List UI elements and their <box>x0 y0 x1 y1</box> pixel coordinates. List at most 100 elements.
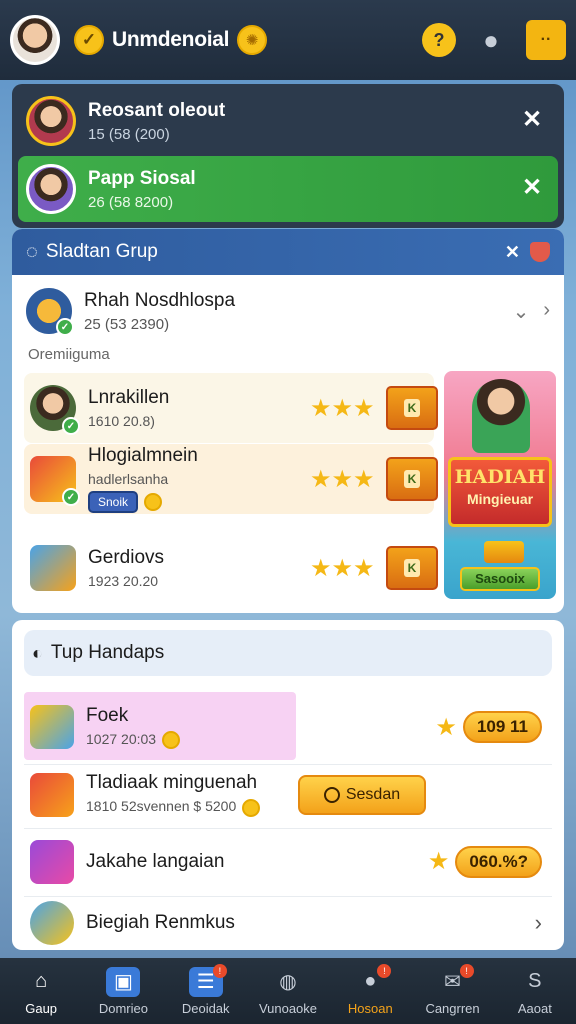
nav-item-chat[interactable]: ◍ Vunoaoke <box>247 958 329 1024</box>
swords-icon[interactable]: ✕ <box>505 242 520 263</box>
notification-title: Reosant oleout <box>88 99 226 121</box>
gift-box-icon <box>484 541 524 563</box>
group-title: Sladtan Grup <box>45 241 158 262</box>
nav-label: Vunoaoke <box>258 1000 318 1016</box>
group-row-subtitle: 25 (53 2390) <box>84 315 170 333</box>
coin-icon <box>242 798 261 817</box>
notification-badge: ! <box>459 964 474 978</box>
reward-title: Gerdiovs <box>88 547 165 568</box>
promo-banner[interactable]: HADIAH Mingieuar Sasooix <box>444 371 556 599</box>
clock-icon <box>323 786 340 803</box>
check-icon: ✓ <box>62 488 80 506</box>
top-list-title: Tup Handaps <box>50 642 165 663</box>
notification-avatar <box>26 96 76 146</box>
session-button[interactable]: Sesdan <box>298 774 426 815</box>
gift-box-icon[interactable]: K <box>386 546 438 590</box>
nav-item-home[interactable]: ⌂ Gaup <box>0 958 82 1024</box>
notification-item[interactable]: Reosant oleout 15 (58 (200) ✕ <box>18 88 558 154</box>
list-item[interactable]: Jakahe langaian ★ 060.%? <box>24 828 552 894</box>
group-header: ◌ Sladtan Grup ✕ <box>12 229 564 275</box>
close-icon[interactable]: ✕ <box>518 106 546 134</box>
star-icon: ★ <box>427 848 450 875</box>
notification-title: Papp Siosal <box>88 167 196 189</box>
chat-bubble-icon: ◌ <box>26 240 38 263</box>
star-icon: ★ <box>435 713 457 741</box>
nav-label: Aaoat <box>517 1000 552 1016</box>
top-bar: ✓ Unmdenoial ✺ ? ● ·· <box>0 0 576 80</box>
reward-icon <box>30 545 76 591</box>
close-icon[interactable]: ✕ <box>518 174 546 202</box>
nav-item-settings[interactable]: S Aaoat <box>494 958 576 1024</box>
check-icon: ✓ <box>62 417 80 435</box>
section-label: Oremiiguma <box>28 346 110 363</box>
group-emblem-icon: ✓ <box>26 288 74 336</box>
group-row[interactable]: ✓ Rhah Nosdhlospa 25 (53 2390) ⌄ › <box>26 283 550 339</box>
notification-subtitle: 15 (58 (200) <box>88 125 170 143</box>
store-icon: ▣ <box>106 966 141 997</box>
nav-label: Hosoan <box>347 1000 393 1016</box>
reward-item[interactable]: ✓ Hlogialmnein hadlerlsanha Snoik ★★★ K <box>24 444 438 514</box>
session-button-label: Sesdan <box>345 785 401 803</box>
nav-item-store[interactable]: ▣ Domrieo <box>82 958 164 1024</box>
reward-item[interactable]: Gerdiovs 1923 20.20 ★★★ K <box>24 533 438 603</box>
list-item-title: Biegiah Renmkus <box>86 911 235 933</box>
list-item-title: Jakahe langaian <box>86 850 225 872</box>
reward-item[interactable]: ✓ Lnrakillen 1610 20.8) ★★★ K <box>24 373 438 443</box>
app-title: Unmdenoial <box>112 28 230 51</box>
top-list-header: ◐ Tup Handaps <box>24 630 552 676</box>
nav-label: Cangrren <box>425 1000 480 1016</box>
check-coin-icon[interactable]: ✓ <box>74 25 104 55</box>
gift-box-icon[interactable]: K <box>386 457 438 501</box>
promo-title-banner: HADIAH Mingieuar <box>448 457 552 527</box>
reward-subtitle: 1610 20.8) <box>88 413 155 429</box>
chest-icon <box>30 839 74 884</box>
notification-badge: ! <box>212 964 227 978</box>
shield-icon[interactable] <box>530 242 550 262</box>
home-icon: ⌂ <box>35 970 48 992</box>
promo-title: HADIAH <box>454 466 546 488</box>
nav-label: Gaup <box>25 1000 58 1016</box>
chevron-down-icon[interactable]: ⌄ <box>513 299 530 324</box>
promo-subtitle: Mingieuar <box>466 491 534 507</box>
gift-box-icon <box>30 772 74 817</box>
chevron-right-icon[interactable]: › <box>535 910 542 936</box>
star-coin-icon: ✺ <box>237 25 268 55</box>
trophy-icon: ◐ <box>32 642 43 663</box>
rating-stars: ★★★ <box>310 465 375 493</box>
notification-panel: Reosant oleout 15 (58 (200) ✕ Papp Siosa… <box>12 84 564 228</box>
score-pill: 060.%? <box>455 845 542 878</box>
list-item[interactable]: Biegiah Renmkus › <box>24 896 552 948</box>
list-item-subtitle: 1027 20:03 <box>86 731 181 750</box>
rating-stars: ★★★ <box>310 554 375 582</box>
notification-subtitle: 26 (58 8200) <box>88 193 174 211</box>
promo-button[interactable]: Sasooix <box>460 567 540 591</box>
help-icon[interactable]: ? <box>422 23 456 57</box>
chevron-right-icon[interactable]: › <box>543 299 550 324</box>
list-item-title: Foek <box>86 704 129 726</box>
list-item[interactable]: Tladiaak minguenah 1810 52svennen $ 5200… <box>24 764 552 824</box>
nav-label: Domrieo <box>98 1000 148 1016</box>
check-icon: ✓ <box>56 318 74 336</box>
bottom-nav: ⌂ Gaup ▣ Domrieo ☰ ! Deoidak ◍ Vunoaoke … <box>0 958 576 1024</box>
reward-avatar: ✓ <box>30 385 80 435</box>
nav-item-message[interactable]: ● ! Hosoan <box>329 958 411 1024</box>
cube-icon <box>30 705 74 749</box>
reward-icon: ✓ <box>30 456 80 506</box>
gift-box-icon[interactable]: K <box>386 386 438 430</box>
menu-icon[interactable]: ·· <box>526 20 566 60</box>
group-row-title: Rhah Nosdhlospa <box>84 289 236 311</box>
notification-avatar <box>26 164 76 214</box>
chat-icon: ◍ <box>279 971 297 993</box>
coin-icon <box>162 731 181 750</box>
notification-item[interactable]: Papp Siosal 26 (58 8200) ✕ <box>18 156 558 222</box>
person-icon[interactable]: ● <box>476 25 506 55</box>
rating-stars: ★★★ <box>310 394 375 422</box>
nav-item-calendar[interactable]: ☰ ! Deoidak <box>165 958 247 1024</box>
nav-item-mail[interactable]: ✉ ! Cangrren <box>411 958 493 1024</box>
reward-badge[interactable]: Snoik <box>88 491 139 513</box>
reward-title: Lnrakillen <box>88 387 170 408</box>
profile-avatar[interactable] <box>10 15 60 65</box>
list-item[interactable]: Foek 1027 20:03 ★ 109 11 <box>24 692 552 762</box>
list-item-title: Tladiaak minguenah <box>86 772 258 794</box>
reward-title: Hlogialmnein <box>88 445 198 466</box>
